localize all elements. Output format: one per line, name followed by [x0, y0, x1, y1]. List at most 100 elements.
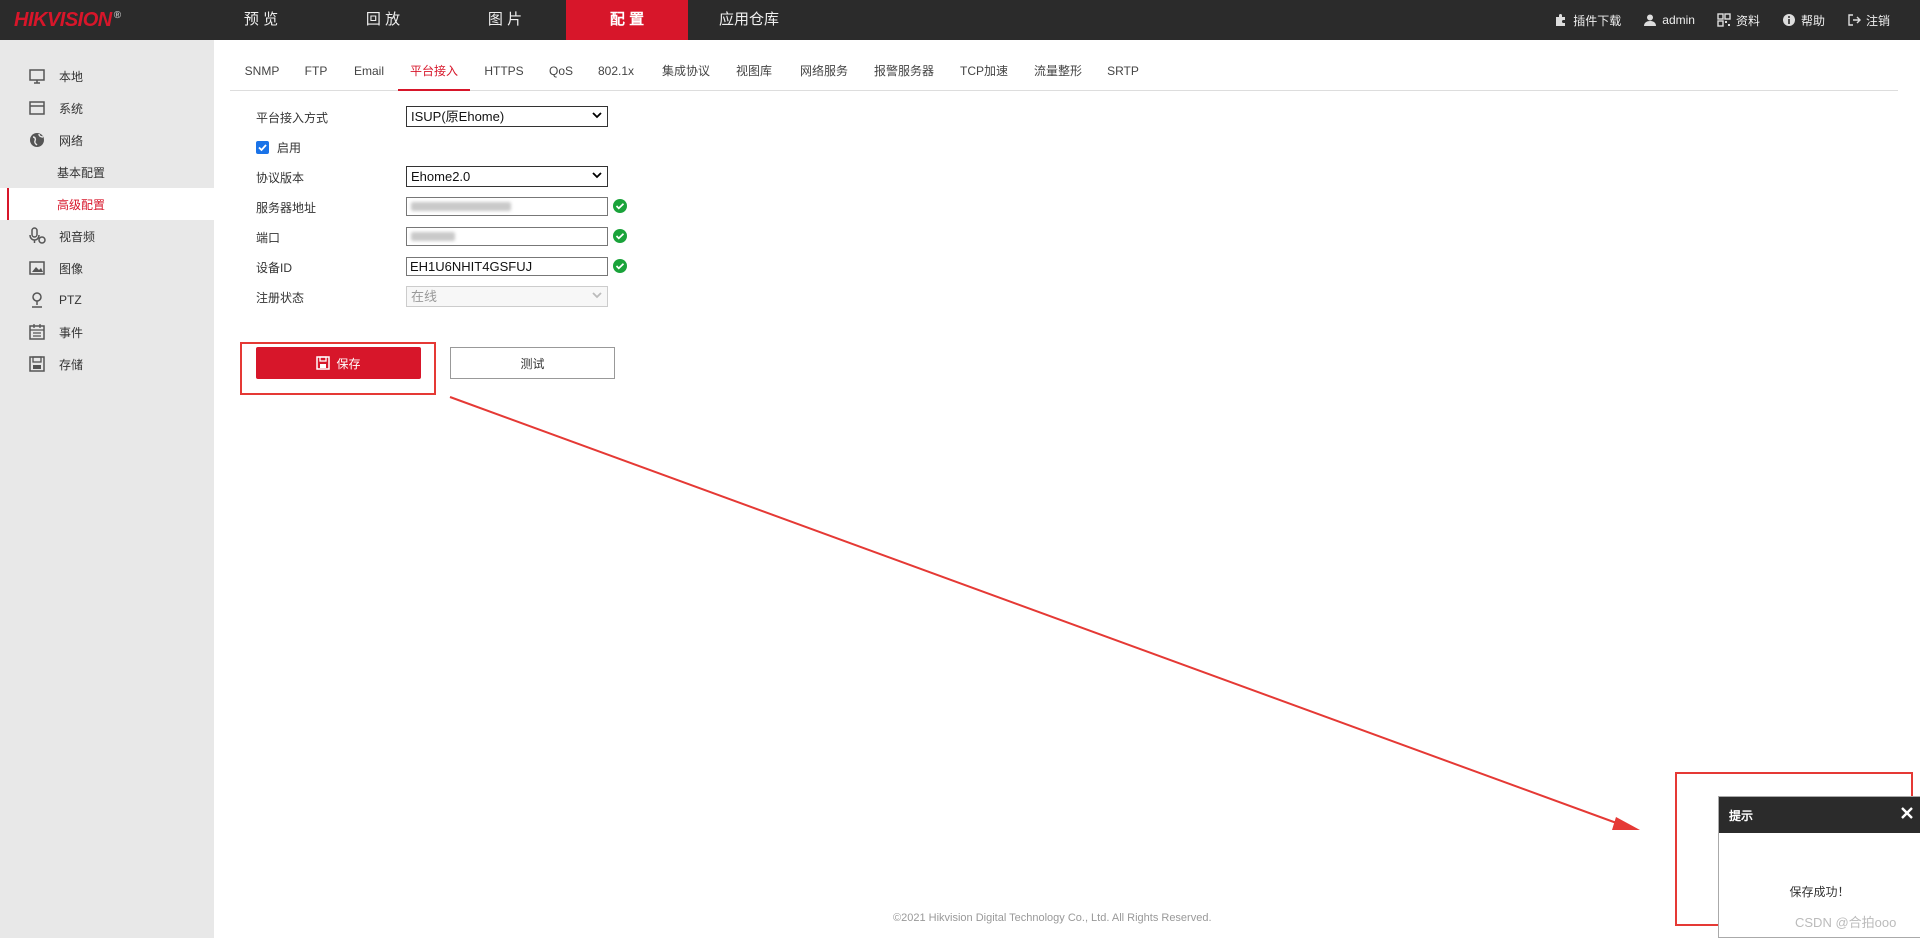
docs-label: 资料 — [1735, 13, 1760, 28]
sidebar-item-local[interactable]: 本地 — [0, 60, 214, 92]
config-tabs: SNMP FTP Email 平台接入 HTTPS QoS 802.1x 集成协… — [230, 56, 1898, 91]
calendar-icon — [29, 324, 45, 340]
tab-platform-access[interactable]: 平台接入 — [398, 56, 470, 91]
help-link[interactable]: 帮助 — [1782, 12, 1825, 29]
server-address-input[interactable] — [406, 197, 608, 216]
redacted-value — [411, 232, 455, 241]
sidebar-item-label: 本地 — [59, 69, 84, 84]
chevron-down-icon — [592, 172, 602, 179]
chevron-down-icon — [592, 112, 602, 119]
tab-email[interactable]: Email — [350, 56, 388, 91]
plugin-download-link[interactable]: 插件下载 — [1554, 12, 1621, 29]
top-bar: HIKVISION ® 预 览 回 放 图 片 配 置 应用仓库 插件下载 adm… — [0, 0, 1920, 40]
nav-playback[interactable]: 回 放 — [322, 0, 444, 40]
dialog-message: 保存成功！ — [1789, 885, 1850, 899]
nav-picture[interactable]: 图 片 — [444, 0, 566, 40]
monitor-icon — [29, 69, 45, 84]
port-label: 端口 — [256, 231, 281, 245]
plugin-download-label: 插件下载 — [1573, 13, 1622, 28]
footer-copyright: ©2021 Hikvision Digital Technology Co., … — [893, 912, 1212, 924]
sidebar-item-ptz[interactable]: PTZ — [0, 284, 214, 316]
top-links: 插件下载 admin 资料 帮助 注销 — [1532, 0, 1890, 40]
puzzle-icon — [1556, 14, 1566, 26]
tab-https[interactable]: HTTPS — [482, 56, 526, 91]
sidebar: 本地 系统 网络 基本配置 高级配置 视音频 图像 PTZ 事件 存储 — [0, 40, 214, 938]
window-icon — [29, 101, 45, 115]
sidebar-item-event[interactable]: 事件 — [0, 316, 214, 348]
access-mode-select[interactable]: ISUP(原Ehome) — [406, 106, 608, 127]
nav-app-store[interactable]: 应用仓库 — [688, 0, 810, 40]
valid-check-icon — [613, 259, 627, 273]
tab-snmp[interactable]: SNMP — [242, 56, 282, 91]
valid-check-icon — [613, 229, 627, 243]
sidebar-item-label: 网络 — [59, 133, 84, 148]
annotation-box-save — [240, 342, 436, 395]
info-icon — [1782, 14, 1795, 26]
sidebar-item-label: 图像 — [59, 261, 84, 276]
tab-integration-protocol[interactable]: 集成协议 — [660, 56, 712, 91]
ptz-icon — [32, 292, 42, 308]
sidebar-subitem-advanced-config[interactable]: 高级配置 — [0, 188, 214, 220]
server-address-label: 服务器地址 — [256, 201, 317, 215]
tab-view-library[interactable]: 视图库 — [734, 56, 774, 91]
chevron-down-icon — [592, 292, 602, 299]
enable-checkbox[interactable] — [256, 141, 269, 154]
user-link[interactable]: admin — [1643, 13, 1695, 27]
sidebar-item-label: 存储 — [59, 357, 84, 372]
tab-8021x[interactable]: 802.1x — [596, 56, 636, 91]
sidebar-item-video-audio[interactable]: 视音频 — [0, 220, 214, 252]
disk-icon — [29, 356, 45, 372]
sidebar-subitem-basic-config[interactable]: 基本配置 — [0, 156, 214, 188]
register-status-label: 注册状态 — [256, 291, 305, 305]
sidebar-item-label: 视音频 — [59, 229, 96, 244]
device-id-label: 设备ID — [256, 261, 293, 275]
globe-icon — [30, 133, 44, 147]
redacted-value — [411, 202, 511, 211]
help-label: 帮助 — [1800, 13, 1825, 28]
main-nav: 预 览 回 放 图 片 配 置 应用仓库 — [200, 0, 810, 40]
sidebar-item-label: 系统 — [59, 101, 84, 116]
nav-preview[interactable]: 预 览 — [200, 0, 322, 40]
tab-traffic-shaping[interactable]: 流量整形 — [1032, 56, 1084, 91]
sidebar-item-storage[interactable]: 存储 — [0, 348, 214, 380]
enable-label: 启用 — [277, 141, 302, 155]
sidebar-item-label: PTZ — [59, 293, 82, 307]
tab-srtp[interactable]: SRTP — [1106, 56, 1140, 91]
logout-link[interactable]: 注销 — [1847, 12, 1890, 29]
logout-icon — [1848, 14, 1861, 26]
image-icon — [29, 261, 45, 275]
port-input[interactable] — [406, 227, 608, 246]
protocol-version-select[interactable]: Ehome2.0 — [406, 166, 608, 187]
tab-network-service[interactable]: 网络服务 — [798, 56, 850, 91]
qrcode-icon — [1717, 13, 1731, 27]
sidebar-item-network[interactable]: 网络 — [0, 124, 214, 156]
user-label: admin — [1662, 13, 1695, 27]
tab-tcp-acceleration[interactable]: TCP加速 — [958, 56, 1010, 91]
protocol-version-value: Ehome2.0 — [411, 169, 471, 184]
sidebar-item-system[interactable]: 系统 — [0, 92, 214, 124]
tab-alarm-server[interactable]: 报警服务器 — [872, 56, 936, 91]
tab-qos[interactable]: QoS — [546, 56, 576, 91]
valid-check-icon — [613, 199, 627, 213]
access-mode-value: ISUP(原Ehome) — [411, 109, 505, 124]
nav-configuration[interactable]: 配 置 — [566, 0, 688, 40]
dialog-title: 提示 — [1729, 808, 1754, 823]
test-button[interactable]: 测试 — [450, 347, 615, 379]
mic-icon — [29, 227, 46, 244]
sidebar-item-image[interactable]: 图像 — [0, 252, 214, 284]
dialog-header: 提示 — [1719, 797, 1920, 833]
test-button-label: 测试 — [520, 356, 545, 371]
sidebar-subitem-label: 基本配置 — [57, 165, 106, 180]
register-status-value: 在线 — [411, 289, 438, 304]
device-id-input[interactable]: EH1U6NHIT4GSFUJ — [406, 257, 608, 276]
logout-label: 注销 — [1865, 13, 1890, 28]
tab-ftp[interactable]: FTP — [302, 56, 330, 91]
access-mode-label: 平台接入方式 — [256, 111, 329, 125]
sidebar-subitem-label: 高级配置 — [57, 197, 106, 212]
register-status-select: 在线 — [406, 286, 608, 307]
check-icon — [258, 144, 267, 152]
protocol-version-label: 协议版本 — [256, 171, 305, 185]
watermark: CSDN @合拍ooo — [1795, 915, 1897, 930]
docs-link[interactable]: 资料 — [1717, 12, 1760, 29]
close-icon[interactable] — [1898, 804, 1916, 822]
